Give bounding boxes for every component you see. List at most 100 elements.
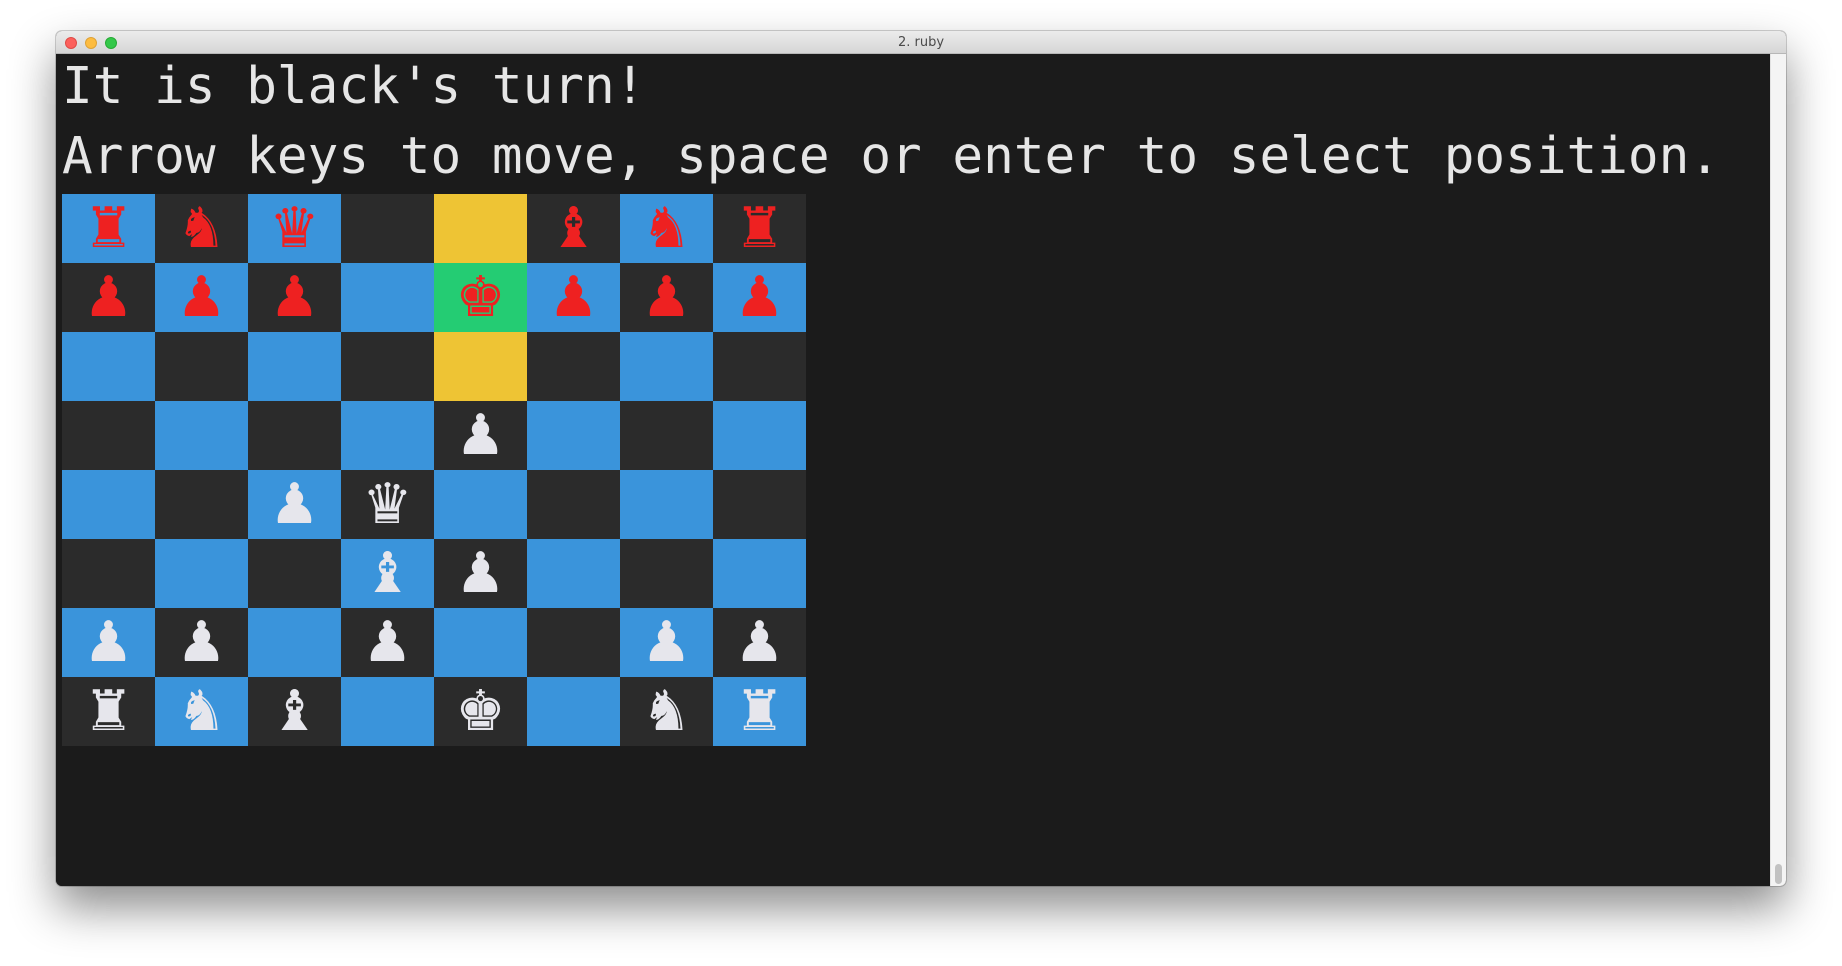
white-bishop-icon: ♝ [362,540,413,606]
board-square[interactable] [155,332,248,401]
red-bishop-icon: ♝ [548,195,599,261]
red-rook-icon: ♜ [83,195,134,261]
board-square[interactable] [155,401,248,470]
board-square[interactable] [713,539,806,608]
board-square[interactable]: ♟ [713,608,806,677]
board-square[interactable]: ♞ [155,677,248,746]
white-knight-icon: ♞ [641,678,692,744]
scrollbar-thumb[interactable] [1775,864,1782,884]
board-square[interactable]: ♜ [62,677,155,746]
board-square[interactable]: ♟ [713,263,806,332]
board-square[interactable] [62,470,155,539]
board-square[interactable]: ♚ [434,677,527,746]
board-square[interactable] [341,332,434,401]
board-square[interactable]: ♟ [434,401,527,470]
board-square[interactable]: ♟ [155,263,248,332]
board-square[interactable]: ♟ [434,539,527,608]
board-square[interactable]: ♟ [620,263,713,332]
board-square[interactable] [248,401,341,470]
white-pawn-icon: ♟ [455,402,506,468]
board-square[interactable] [620,332,713,401]
white-queen-icon: ♛ [362,471,413,537]
white-pawn-icon: ♟ [362,609,413,675]
board-square[interactable]: ♜ [62,194,155,263]
board-square[interactable] [341,401,434,470]
board-square[interactable] [620,539,713,608]
board-square[interactable]: ♜ [713,677,806,746]
red-knight-icon: ♞ [641,195,692,261]
white-pawn-icon: ♟ [455,540,506,606]
red-pawn-icon: ♟ [641,264,692,330]
board-square[interactable] [620,470,713,539]
white-bishop-icon: ♝ [269,678,320,744]
board-square[interactable]: ♛ [248,194,341,263]
board-square[interactable] [155,539,248,608]
board-square[interactable] [248,332,341,401]
red-pawn-icon: ♟ [734,264,785,330]
white-pawn-icon: ♟ [269,471,320,537]
board-square[interactable] [248,539,341,608]
board-square[interactable]: ♟ [62,608,155,677]
red-pawn-icon: ♟ [83,264,134,330]
red-pawn-icon: ♟ [269,264,320,330]
white-knight-icon: ♞ [176,678,227,744]
board-square[interactable] [62,401,155,470]
red-knight-icon: ♞ [176,195,227,261]
vertical-scrollbar[interactable] [1770,54,1786,886]
board-square[interactable] [527,539,620,608]
board-square[interactable] [713,332,806,401]
board-square[interactable]: ♟ [62,263,155,332]
board-square[interactable] [434,194,527,263]
red-pawn-icon: ♟ [548,264,599,330]
board-square[interactable] [434,608,527,677]
board-square[interactable] [248,608,341,677]
board-square[interactable] [713,470,806,539]
window-title: 2. ruby [897,35,945,50]
board-square[interactable]: ♟ [248,470,341,539]
board-square[interactable]: ♝ [341,539,434,608]
board-square[interactable]: ♞ [620,677,713,746]
white-pawn-icon: ♟ [641,609,692,675]
white-rook-icon: ♜ [83,678,134,744]
board-square[interactable] [620,401,713,470]
board-square[interactable]: ♟ [248,263,341,332]
board-square[interactable] [62,539,155,608]
board-square[interactable] [713,401,806,470]
red-rook-icon: ♜ [734,195,785,261]
board-square[interactable]: ♝ [248,677,341,746]
white-king-icon: ♚ [455,678,506,744]
board-square[interactable] [155,470,248,539]
board-square[interactable]: ♟ [527,263,620,332]
board-square[interactable]: ♚ [434,263,527,332]
board-square[interactable] [527,608,620,677]
instructions-text: Arrow keys to move, space or enter to se… [62,127,1721,186]
board-square[interactable] [527,677,620,746]
board-square[interactable] [527,470,620,539]
board-square[interactable]: ♝ [527,194,620,263]
board-square[interactable] [434,332,527,401]
white-pawn-icon: ♟ [83,609,134,675]
board-square[interactable]: ♞ [620,194,713,263]
board-square[interactable] [341,677,434,746]
board-square[interactable]: ♛ [341,470,434,539]
board-square[interactable]: ♟ [341,608,434,677]
white-pawn-icon: ♟ [176,609,227,675]
board-square[interactable] [527,332,620,401]
title-bar: 2. ruby [56,31,1786,54]
red-king-icon: ♚ [455,264,506,330]
white-rook-icon: ♜ [734,678,785,744]
board-square[interactable]: ♟ [620,608,713,677]
board-square[interactable] [62,332,155,401]
board-square[interactable]: ♟ [155,608,248,677]
board-square[interactable]: ♜ [713,194,806,263]
board-square[interactable] [341,194,434,263]
red-pawn-icon: ♟ [176,264,227,330]
board-square[interactable] [341,263,434,332]
board-square[interactable] [434,470,527,539]
terminal-content[interactable]: It is black's turn! Arrow keys to move, … [56,54,1770,886]
chess-board[interactable]: ♜ ♞ ♛ ♝ ♞ ♜ ♟ ♟ ♟ ♚ ♟ ♟ ♟ ♟ ♟ ♛ ♝ ♟ ♟ ♟ ♟ ♟ ♟ ♜ ♞ ♝ ♚ ♞ ♜ [62,194,806,746]
board-square[interactable]: ♞ [155,194,248,263]
white-pawn-icon: ♟ [734,609,785,675]
turn-status-text: It is black's turn! [62,57,646,116]
board-square[interactable] [527,401,620,470]
